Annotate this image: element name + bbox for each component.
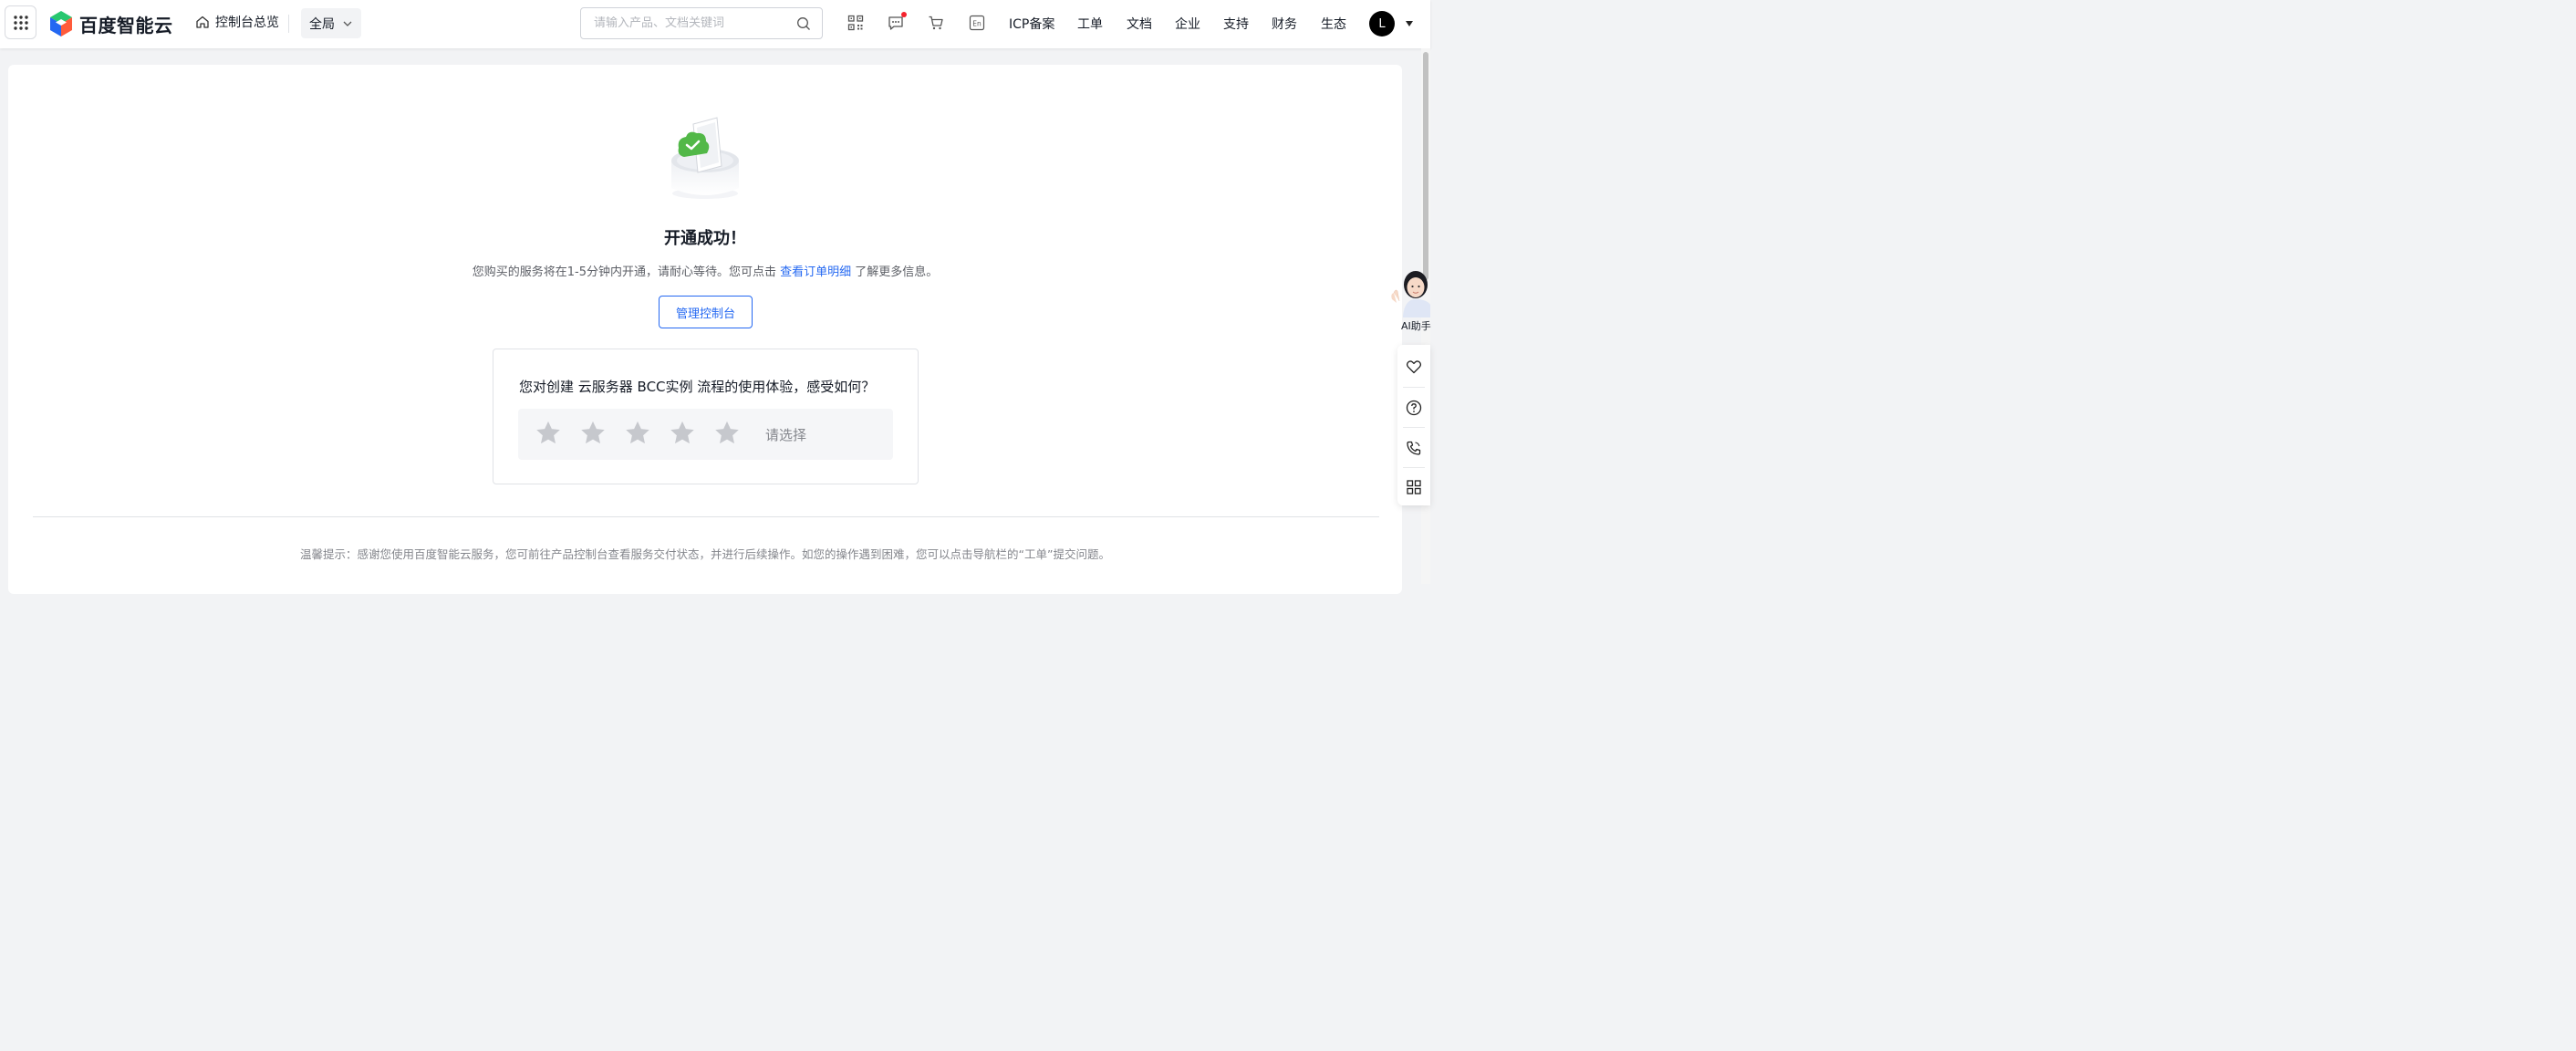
header-divider xyxy=(288,15,289,33)
notification-dot xyxy=(901,12,907,17)
cart-icon xyxy=(929,16,943,30)
rating-star-5[interactable] xyxy=(713,420,741,447)
brand-logo[interactable]: 百度智能云 xyxy=(48,9,173,38)
scrollbar-thumb[interactable] xyxy=(1423,52,1428,280)
message-button[interactable] xyxy=(888,12,907,31)
ai-assistant-button[interactable]: AI助手 xyxy=(1388,263,1431,334)
rating-star-2[interactable] xyxy=(579,420,607,447)
nav-icp[interactable]: ICP备案 xyxy=(1009,15,1054,33)
qrcode-button[interactable] xyxy=(847,15,864,31)
manage-console-button[interactable]: 管理控制台 xyxy=(659,296,753,328)
view-order-detail-link[interactable]: 查看订单明细 xyxy=(780,265,851,279)
more-apps-button[interactable] xyxy=(1397,467,1430,507)
apps-menu-button[interactable] xyxy=(5,5,36,39)
heart-icon xyxy=(1406,360,1422,374)
apps-grid-icon xyxy=(13,15,28,30)
star-icon xyxy=(536,421,560,444)
feedback-survey: 您对创建 云服务器 BCC实例 流程的使用体验，感受如何？ 请选择 xyxy=(493,349,919,484)
success-title: 开通成功！ xyxy=(664,229,746,248)
nav-ticket[interactable]: 工单 xyxy=(1077,15,1103,33)
phone-icon xyxy=(1407,441,1421,455)
region-selector[interactable]: 全局 xyxy=(301,8,361,38)
nav-finance[interactable]: 财务 xyxy=(1272,15,1297,33)
language-switch[interactable]: En xyxy=(969,15,985,31)
user-avatar[interactable]: L xyxy=(1369,11,1395,36)
floating-toolbar xyxy=(1397,345,1430,505)
nav-ecosystem[interactable]: 生态 xyxy=(1321,15,1346,33)
rating-star-4[interactable] xyxy=(669,420,696,447)
success-description: 您购买的服务将在1-5分钟内开通，请耐心等待。您可点击 查看订单明细 了解更多信… xyxy=(0,262,1410,279)
apps-icon xyxy=(1407,480,1421,494)
qrcode-icon xyxy=(847,15,864,31)
nav-support[interactable]: 支持 xyxy=(1223,15,1249,33)
favorite-button[interactable] xyxy=(1397,347,1430,387)
contact-phone-button[interactable] xyxy=(1397,428,1430,468)
message-icon xyxy=(888,16,903,30)
user-menu-toggle[interactable] xyxy=(1405,20,1414,27)
search-input[interactable] xyxy=(594,16,796,30)
brand-name: 百度智能云 xyxy=(79,14,173,36)
help-icon xyxy=(1406,400,1422,416)
rating-placeholder: 请选择 xyxy=(765,427,807,443)
success-desc-text: 您购买的服务将在1-5分钟内开通，请耐心等待。您可点击 xyxy=(472,265,781,279)
svg-text:En: En xyxy=(972,19,982,27)
region-label: 全局 xyxy=(309,16,335,32)
cart-button[interactable] xyxy=(928,15,944,31)
baidu-cloud-logo-icon xyxy=(50,11,72,36)
global-search xyxy=(580,7,823,39)
rating-star-3[interactable] xyxy=(624,420,651,447)
caret-down-icon xyxy=(1406,21,1413,26)
content-divider xyxy=(33,516,1379,517)
search-icon[interactable] xyxy=(796,16,811,31)
home-icon xyxy=(196,16,209,28)
footer-tip: 温馨提示：感谢您使用百度智能云服务，您可前往产品控制台查看服务交付状态，并进行后… xyxy=(300,547,1110,561)
star-rating: 请选择 xyxy=(518,409,893,460)
success-desc-suffix: 了解更多信息。 xyxy=(851,265,939,279)
language-en-icon: En xyxy=(969,15,985,31)
survey-question: 您对创建 云服务器 BCC实例 流程的使用体验，感受如何？ xyxy=(519,379,876,395)
help-button[interactable] xyxy=(1397,388,1430,428)
ai-assistant-avatar-icon xyxy=(1391,271,1430,317)
ai-assistant-label: AI助手 xyxy=(1401,320,1431,332)
console-overview-link[interactable]: 控制台总览 xyxy=(195,13,279,31)
nav-enterprise[interactable]: 企业 xyxy=(1175,15,1200,33)
chevron-down-icon xyxy=(343,21,352,26)
rating-star-1[interactable] xyxy=(535,420,562,447)
star-icon xyxy=(715,421,739,444)
star-icon xyxy=(581,421,605,444)
console-overview-label: 控制台总览 xyxy=(215,16,279,30)
nav-docs[interactable]: 文档 xyxy=(1127,15,1152,33)
star-icon xyxy=(626,421,649,444)
top-header: 百度智能云 控制台总览 全局 请输入产品、文档关键词 En ICP备案 工单 文… xyxy=(0,0,1430,48)
star-icon xyxy=(670,421,694,444)
success-illustration xyxy=(671,117,739,199)
